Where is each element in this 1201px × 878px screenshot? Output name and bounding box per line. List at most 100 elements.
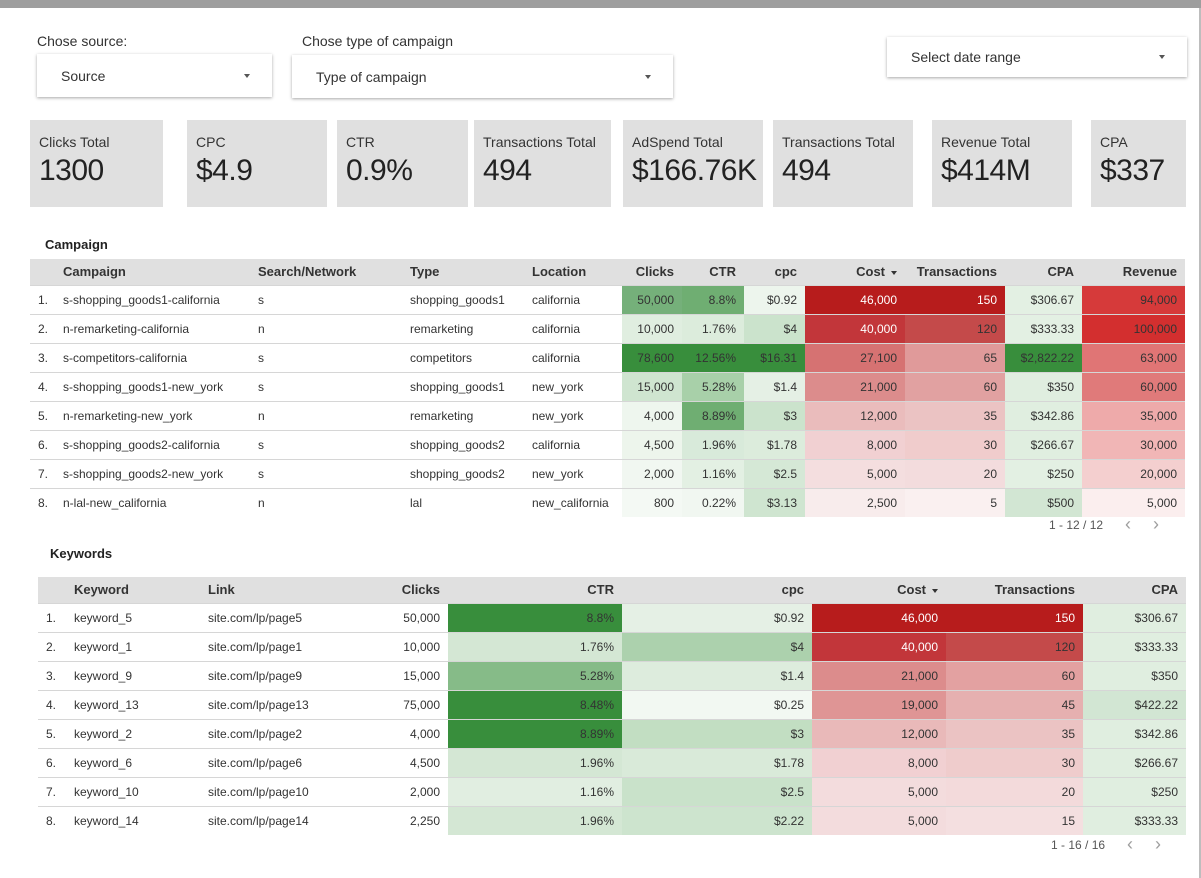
kpi-card-cpc: CPC$4.9 xyxy=(187,120,327,207)
column-header[interactable]: Cost xyxy=(805,259,905,285)
column-header-label: Keyword xyxy=(74,582,129,597)
table-cell: $266.67 xyxy=(1083,748,1186,777)
header-row: Keyword Link Clicks CTRcpcCostTransactionsC… xyxy=(38,577,1186,603)
table-cell: 1. xyxy=(38,603,66,632)
column-header[interactable]: Location xyxy=(524,259,622,285)
table-cell: 8. xyxy=(30,488,55,517)
table-cell: california xyxy=(524,430,622,459)
table-cell: 4,000 xyxy=(622,401,682,430)
column-header[interactable]: cpc xyxy=(622,577,812,603)
column-header[interactable]: Transactions xyxy=(946,577,1083,603)
table-cell: n-remarketing-new_york xyxy=(55,401,250,430)
column-header[interactable]: Clicks xyxy=(370,577,448,603)
table-cell: 6. xyxy=(30,430,55,459)
table-cell: 20,000 xyxy=(1082,459,1185,488)
table-cell: keyword_14 xyxy=(66,806,200,835)
table-row[interactable]: 4.s-shopping_goods1-new_yorksshopping_go… xyxy=(30,372,1185,401)
prev-page-icon[interactable]: ‹ xyxy=(1127,834,1133,855)
table-cell: 8.8% xyxy=(682,285,744,314)
table-cell: 75,000 xyxy=(370,690,448,719)
column-header[interactable]: CPA xyxy=(1005,259,1082,285)
column-header[interactable]: Cost xyxy=(812,577,946,603)
column-header[interactable]: Link xyxy=(200,577,370,603)
campaign-type-label: Chose type of campaign xyxy=(302,33,453,49)
table-cell: 46,000 xyxy=(805,285,905,314)
table-cell: 150 xyxy=(905,285,1005,314)
table-row[interactable]: 2.keyword_1site.com/lp/page110,0001.76%$… xyxy=(38,632,1186,661)
keywords-table: Keyword Link Clicks CTRcpcCostTransactionsC… xyxy=(38,577,1186,835)
date-range-dropdown[interactable]: Select date range xyxy=(887,37,1187,77)
table-row[interactable]: 6.keyword_6site.com/lp/page64,5001.96%$1… xyxy=(38,748,1186,777)
table-cell: $3.13 xyxy=(744,488,805,517)
table-row[interactable]: 8.keyword_14site.com/lp/page142,2501.96%… xyxy=(38,806,1186,835)
table-cell: 30 xyxy=(905,430,1005,459)
kpi-title: Transactions Total xyxy=(483,134,611,150)
table-row[interactable]: 8.n-lal-new_californianlalnew_california… xyxy=(30,488,1185,517)
next-page-icon[interactable]: › xyxy=(1155,834,1161,855)
table-cell: s xyxy=(250,343,402,372)
column-header[interactable]: CPA xyxy=(1083,577,1186,603)
column-header-label: Clicks xyxy=(402,582,440,597)
table-row[interactable]: 1.s-shopping_goods1-californiasshopping_… xyxy=(30,285,1185,314)
kpi-title: CPC xyxy=(196,134,327,150)
column-header[interactable]: Clicks xyxy=(622,259,682,285)
source-dropdown[interactable]: Source xyxy=(37,54,272,97)
table-row[interactable]: 2.n-remarketing-californianremarketingca… xyxy=(30,314,1185,343)
campaign-pager-range: 1 - 12 / 12 xyxy=(1049,518,1103,532)
column-header[interactable]: Campaign xyxy=(55,259,250,285)
column-header-label: Location xyxy=(532,264,586,279)
column-header-label: Cost xyxy=(856,264,885,279)
next-page-icon[interactable]: › xyxy=(1153,514,1159,535)
kpi-card-ctr: CTR0.9% xyxy=(337,120,468,207)
table-cell: california xyxy=(524,314,622,343)
table-cell: $3 xyxy=(622,719,812,748)
column-header[interactable]: Type xyxy=(402,259,524,285)
table-row[interactable]: 3.keyword_9site.com/lp/page915,0005.28%$… xyxy=(38,661,1186,690)
table-cell: $306.67 xyxy=(1005,285,1082,314)
table-cell: keyword_13 xyxy=(66,690,200,719)
table-row[interactable]: 5.keyword_2site.com/lp/page24,0008.89%$3… xyxy=(38,719,1186,748)
table-row[interactable]: 7.keyword_10site.com/lp/page102,0001.16%… xyxy=(38,777,1186,806)
table-row[interactable]: 6.s-shopping_goods2-californiasshopping_… xyxy=(30,430,1185,459)
column-header[interactable]: Keyword xyxy=(66,577,200,603)
table-row[interactable]: 1.keyword_5site.com/lp/page550,0008.8%$0… xyxy=(38,603,1186,632)
table-cell: n xyxy=(250,401,402,430)
source-value: Source xyxy=(61,68,105,84)
table-cell: 94,000 xyxy=(1082,285,1185,314)
table-cell: 5. xyxy=(38,719,66,748)
table-cell: 1.76% xyxy=(682,314,744,343)
table-cell: 4,000 xyxy=(370,719,448,748)
column-header[interactable] xyxy=(30,259,55,285)
column-header[interactable]: cpc xyxy=(744,259,805,285)
sort-desc-icon xyxy=(891,271,897,275)
table-row[interactable]: 5.n-remarketing-new_yorknremarketingnew_… xyxy=(30,401,1185,430)
table-cell: 5,000 xyxy=(812,806,946,835)
table-cell: 60 xyxy=(905,372,1005,401)
column-header[interactable]: CTR xyxy=(682,259,744,285)
campaign-type-dropdown[interactable]: Type of campaign xyxy=(292,55,673,98)
kpi-title: CTR xyxy=(346,134,468,150)
table-cell: 60 xyxy=(946,661,1083,690)
table-cell: s xyxy=(250,459,402,488)
column-header[interactable]: Transactions xyxy=(905,259,1005,285)
table-cell: shopping_goods1 xyxy=(402,285,524,314)
column-header[interactable] xyxy=(38,577,66,603)
table-cell: 15 xyxy=(946,806,1083,835)
table-cell: site.com/lp/page5 xyxy=(200,603,370,632)
table-cell: 5,000 xyxy=(1082,488,1185,517)
kpi-value: $337 xyxy=(1100,154,1186,188)
table-cell: 8.89% xyxy=(448,719,622,748)
table-cell: 1.96% xyxy=(448,806,622,835)
prev-page-icon[interactable]: ‹ xyxy=(1125,514,1131,535)
column-header[interactable]: CTR xyxy=(448,577,622,603)
table-cell: 100,000 xyxy=(1082,314,1185,343)
table-cell: s-shopping_goods1-new_york xyxy=(55,372,250,401)
column-header[interactable]: Search/Network xyxy=(250,259,402,285)
column-header[interactable]: Revenue xyxy=(1082,259,1185,285)
table-cell: new_york xyxy=(524,459,622,488)
table-row[interactable]: 4.keyword_13site.com/lp/page1375,0008.48… xyxy=(38,690,1186,719)
table-row[interactable]: 7.s-shopping_goods2-new_yorksshopping_go… xyxy=(30,459,1185,488)
table-cell: 21,000 xyxy=(805,372,905,401)
table-cell: 10,000 xyxy=(622,314,682,343)
table-row[interactable]: 3.s-competitors-californiascompetitorsca… xyxy=(30,343,1185,372)
